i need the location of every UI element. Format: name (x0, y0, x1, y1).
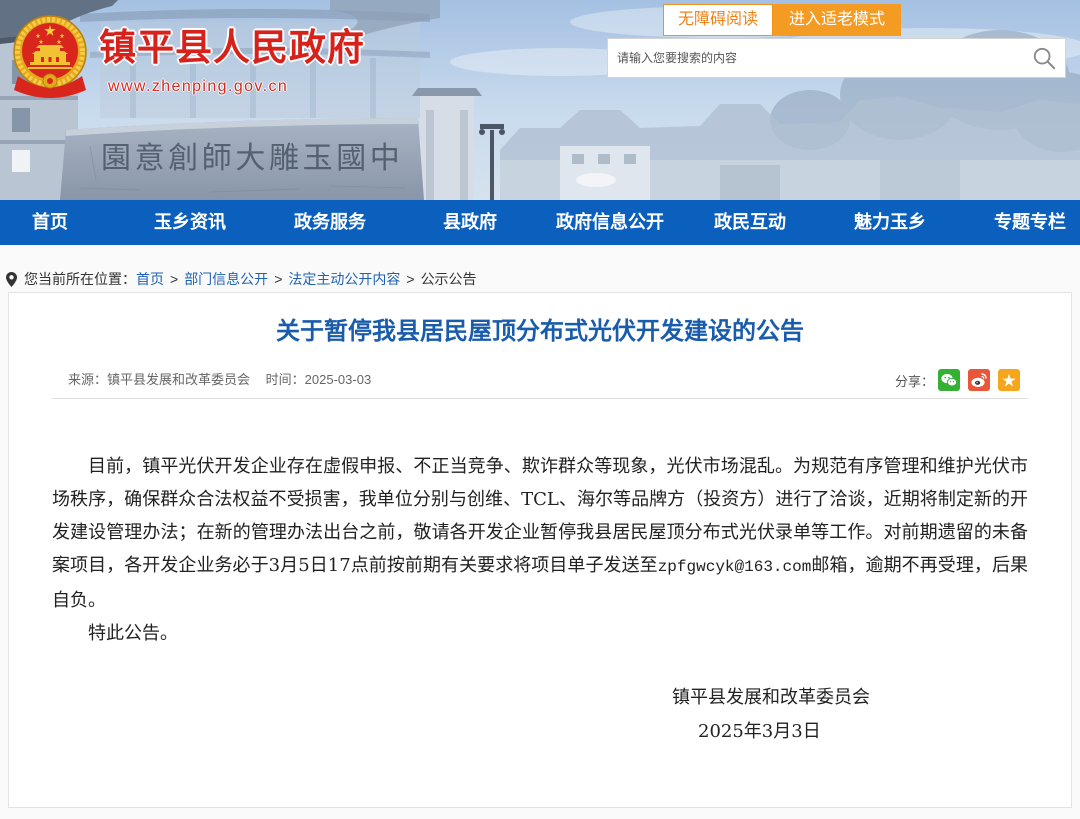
source-label: 来源： (68, 372, 108, 387)
site-header: 園意創師大雕玉國中 镇平县人民政府 www.zhenping.gov.cn 无障… (0, 0, 1080, 200)
location-pin-icon (6, 271, 17, 287)
nav-item-information-disclosure[interactable]: 政府信息公开 (540, 200, 680, 245)
share-bar: 分享： (895, 369, 1020, 391)
date-label: 时间： (265, 372, 305, 387)
breadcrumb-current: 公示公告 (420, 271, 477, 287)
source-value: 镇平县发展和改革委员会 (107, 372, 251, 387)
share-label: 分享： (894, 373, 934, 389)
search-box (607, 38, 1066, 78)
page: 園意創師大雕玉國中 镇平县人民政府 www.zhenping.gov.cn 无障… (0, 0, 1080, 819)
site-url: www.zhenping.gov.cn (108, 78, 289, 95)
search-icon (1033, 47, 1056, 70)
breadcrumb-statutory-disclosure[interactable]: 法定主动公开内容 (288, 268, 400, 290)
national-emblem-icon (13, 15, 87, 98)
nav-item-special-topics[interactable]: 专题专栏 (960, 200, 1080, 245)
body-closing: 特此公告。 (88, 623, 178, 644)
nav-item-county-government[interactable]: 县政府 (400, 200, 540, 245)
elderly-mode-button[interactable]: 进入适老模式 (773, 4, 901, 36)
nav-item-interaction[interactable]: 政民互动 (680, 200, 820, 245)
breadcrumb-separator: > (406, 271, 415, 287)
breadcrumb: 您当前所在位置： 首页 > 部门信息公开 > 法定主动公开内容 > 公示公告 (6, 268, 477, 290)
search-button[interactable] (1032, 46, 1056, 70)
breadcrumb-separator: > (170, 271, 179, 287)
article-meta: 来源：镇平县发展和改革委员会 时间：2025-03-03 (68, 370, 371, 390)
breadcrumb-label: 您当前所在位置： (24, 271, 136, 287)
signature: 镇平县发展和改革委员会 2025年3月3日 (52, 681, 1028, 749)
nav-item-government-services[interactable]: 政务服务 (260, 200, 400, 245)
contact-email: zpfgwcyk@163.com (657, 558, 812, 576)
main-nav-items: 首页 玉乡资讯 政务服务 县政府 政府信息公开 政民互动 魅力玉乡 专题专栏 (0, 200, 1080, 245)
signature-date: 2025年3月3日 (698, 721, 821, 742)
star-icon[interactable] (998, 369, 1020, 391)
body-paragraph: 目前，镇平光伏开发企业存在虚假申报、不正当竞争、欺诈群众等现象，光伏市场混乱。为… (52, 450, 1028, 617)
breadcrumb-department-disclosure[interactable]: 部门信息公开 (184, 268, 268, 290)
breadcrumb-separator: > (274, 271, 283, 287)
article-body: 目前，镇平光伏开发企业存在虚假申报、不正当竞争、欺诈群众等现象，光伏市场混乱。为… (52, 450, 1028, 749)
main-nav: 首页 玉乡资讯 政务服务 县政府 政府信息公开 政民互动 魅力玉乡 专题专栏 (0, 200, 1080, 245)
article-title: 关于暂停我县居民屋顶分布式光伏开发建设的公告 (276, 318, 804, 345)
publish-date: 时间：2025-03-03 (266, 372, 372, 387)
meta-divider (52, 398, 1028, 399)
site-title[interactable]: 镇平县人民政府 (99, 24, 365, 70)
nav-item-charm-yuxiang[interactable]: 魅力玉乡 (820, 200, 960, 245)
nav-item-yuxiang-news[interactable]: 玉乡资讯 (120, 200, 260, 245)
date-value: 2025-03-03 (304, 372, 372, 387)
article-container: 关于暂停我县居民屋顶分布式光伏开发建设的公告 来源：镇平县发展和改革委员会 时间… (8, 292, 1072, 808)
accessibility-reading-button[interactable]: 无障碍阅读 (663, 4, 773, 36)
search-input[interactable] (608, 39, 1028, 77)
wechat-icon[interactable] (938, 369, 960, 391)
breadcrumb-home[interactable]: 首页 (136, 268, 164, 290)
banner-monument-inscription: 園意創師大雕玉國中 (101, 141, 404, 176)
top-actions: 无障碍阅读 进入适老模式 (663, 4, 901, 36)
nav-item-home[interactable]: 首页 (0, 200, 120, 245)
signature-organization: 镇平县发展和改革委员会 (672, 687, 870, 708)
weibo-icon[interactable] (968, 369, 990, 391)
